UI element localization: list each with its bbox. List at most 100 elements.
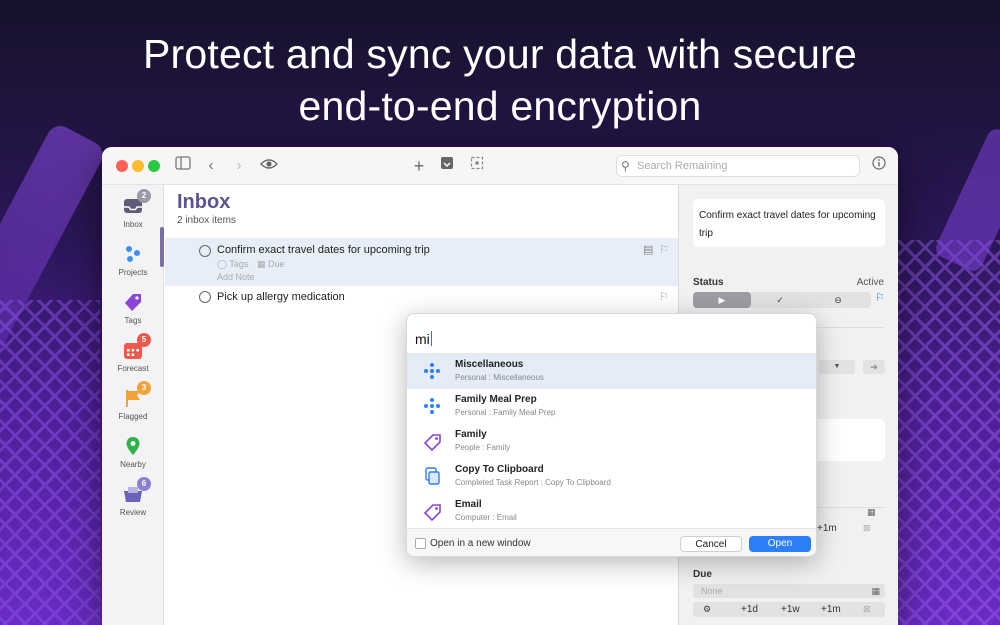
marketing-headline: Protect and sync your data with secure e… — [0, 28, 1000, 132]
result-title: Family — [455, 429, 487, 440]
result-item[interactable]: Family Meal Prep Personal : Family Meal … — [407, 389, 816, 424]
task-title-field[interactable]: Confirm exact travel dates for upcoming … — [693, 199, 885, 247]
clear-defer-icon[interactable]: ⊠ — [863, 523, 871, 534]
add-item-icon[interactable]: + — [408, 156, 430, 176]
due-today-icon[interactable]: ⚙ — [703, 602, 711, 617]
sidebar-item-nearby[interactable]: Nearby — [102, 435, 164, 469]
result-item[interactable]: Miscellaneous Personal : Miscellaneous — [407, 354, 816, 389]
sidebar-item-tags[interactable]: Tags — [102, 291, 164, 325]
clear-due-icon[interactable]: ⊠ — [863, 602, 871, 617]
open-button[interactable]: Open — [749, 536, 811, 552]
review-badge: 6 — [137, 477, 151, 491]
forward-project-icon[interactable]: ➜ — [863, 360, 885, 374]
tag-icon — [122, 291, 144, 313]
back-icon[interactable]: ‹ — [200, 156, 222, 176]
inbox-badge: 2 — [137, 189, 151, 203]
tags-label: Tags — [229, 259, 249, 269]
view-options-eye-icon[interactable] — [258, 156, 280, 176]
sidebar-item-flagged[interactable]: 3 Flagged — [102, 381, 164, 421]
result-title: Miscellaneous — [455, 359, 524, 370]
add-note-field[interactable]: Add Note — [217, 272, 255, 282]
go-to-popup: mi Miscellaneous Personal : Miscellaneou… — [406, 313, 817, 557]
status-segmented-control: ▶ ✓ ⊖ — [693, 292, 871, 308]
review-icon: 6 — [122, 477, 151, 505]
task-checkbox[interactable] — [199, 291, 211, 303]
search-input[interactable]: ⚲ Search Remaining — [616, 155, 860, 177]
page-subtitle: 2 inbox items — [177, 215, 236, 226]
task-row[interactable]: Confirm exact travel dates for upcoming … — [165, 238, 678, 286]
forecast-badge: 5 — [137, 333, 151, 347]
due-plus-1d-button[interactable]: +1d — [741, 602, 758, 617]
sidebar-item-review[interactable]: 6 Review — [102, 477, 164, 517]
info-icon[interactable] — [868, 156, 890, 176]
sidebar: 2 Inbox Projects Tags 5 Forecast 3 Flagg… — [102, 185, 164, 625]
headline-line-2: end-to-end encryption — [298, 83, 702, 129]
tag-icon — [423, 502, 441, 522]
result-item[interactable]: Family People : Family — [407, 424, 816, 459]
sidebar-item-projects[interactable]: Projects — [102, 243, 164, 277]
focus-icon[interactable] — [466, 156, 488, 176]
result-title: Copy To Clipboard — [455, 464, 544, 475]
search-placeholder: Search Remaining — [637, 160, 728, 172]
status-value: Active — [856, 277, 884, 288]
inbox-icon: 2 — [122, 189, 151, 217]
note-icon[interactable]: ▤ — [643, 243, 653, 256]
background-pattern — [0, 300, 100, 625]
result-subtitle: Computer : Email — [455, 513, 517, 522]
task-tags-field[interactable]: ◯ Tags — [217, 259, 248, 270]
status-active-button[interactable]: ▶ — [693, 292, 751, 308]
text-caret — [430, 331, 433, 346]
due-label: Due — [268, 259, 285, 269]
result-subtitle: Personal : Miscellaneous — [455, 373, 544, 382]
new-window-checkbox[interactable] — [415, 538, 426, 549]
flagged-badge: 3 — [137, 381, 151, 395]
projects-icon — [122, 243, 144, 265]
sidebar-toggle-icon[interactable] — [172, 156, 194, 176]
cancel-button[interactable]: Cancel — [680, 536, 742, 552]
sidebar-item-inbox[interactable]: 2 Inbox — [102, 189, 164, 229]
result-subtitle: Completed Task Report : Copy To Clipboar… — [455, 478, 611, 487]
quick-entry-icon[interactable] — [436, 156, 458, 176]
task-checkbox[interactable] — [199, 245, 211, 257]
popup-footer: Open in a new window Cancel Open — [407, 528, 816, 556]
due-quick-buttons: ⚙ +1d +1w +1m ⊠ — [693, 602, 885, 617]
task-due-field[interactable]: ▦ Due — [257, 259, 285, 270]
calendar-picker-icon[interactable]: ▦ — [871, 584, 880, 598]
copy-icon — [423, 467, 441, 485]
result-subtitle: Personal : Family Meal Prep — [455, 408, 556, 417]
go-to-search-input[interactable]: mi — [415, 331, 433, 347]
search-icon: ⚲ — [621, 159, 630, 173]
flag-icon[interactable]: ⚐ — [875, 291, 885, 304]
task-title[interactable]: Pick up allergy medication — [217, 291, 345, 303]
sidebar-item-forecast[interactable]: 5 Forecast — [102, 333, 164, 373]
status-drop-button[interactable]: ⊖ — [809, 292, 867, 308]
status-complete-button[interactable]: ✓ — [751, 292, 809, 308]
result-subtitle: People : Family — [455, 443, 511, 452]
query-text: mi — [415, 331, 430, 347]
result-item[interactable]: Email Computer : Email — [407, 494, 816, 529]
due-plus-1w-button[interactable]: +1w — [781, 602, 800, 617]
defer-plus-1m-button[interactable]: +1m — [817, 523, 837, 534]
sidebar-item-label: Tags — [124, 316, 142, 325]
inspector-task-title: Confirm exact travel dates for upcoming … — [699, 210, 876, 239]
due-plus-1m-button[interactable]: +1m — [821, 602, 841, 617]
location-icon — [122, 435, 144, 457]
due-date-value: None — [701, 586, 723, 596]
result-title: Email — [455, 499, 482, 510]
task-row[interactable]: Pick up allergy medication ⚐ — [165, 286, 678, 308]
due-date-field[interactable]: None ▦ — [693, 584, 885, 598]
sidebar-item-label: Review — [119, 508, 147, 517]
toolbar: ‹ › + ⚲ Search Remaining — [102, 147, 898, 185]
zoom-window-button[interactable] — [148, 160, 160, 172]
calendar-picker-icon[interactable]: ▦ — [867, 507, 876, 518]
result-item[interactable]: Copy To Clipboard Completed Task Report … — [407, 459, 816, 494]
close-window-button[interactable] — [116, 160, 128, 172]
flag-toggle-icon[interactable]: ⚐ — [659, 290, 669, 303]
status-label: Status — [693, 277, 724, 288]
tag-icon — [423, 432, 441, 452]
task-title[interactable]: Confirm exact travel dates for upcoming … — [217, 244, 430, 256]
minimize-window-button[interactable] — [132, 160, 144, 172]
flag-toggle-icon[interactable]: ⚐ — [659, 243, 669, 256]
forward-icon[interactable]: › — [228, 156, 250, 176]
project-dropdown-chevron-icon[interactable]: ▼ — [819, 360, 855, 374]
